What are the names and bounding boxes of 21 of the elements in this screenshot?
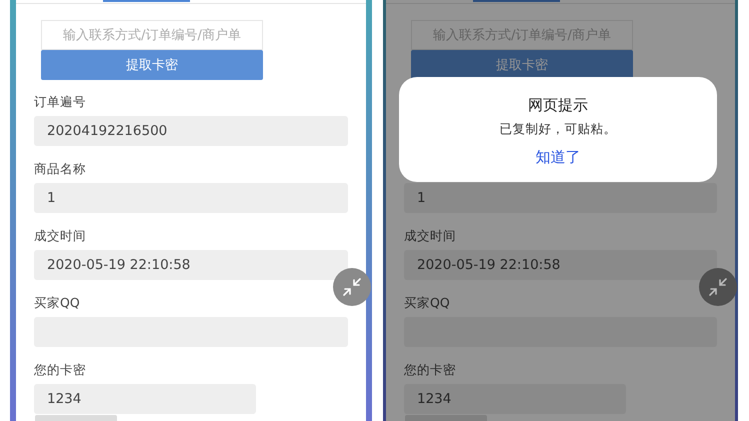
field-label: 成交时间 bbox=[34, 228, 86, 243]
extract-button[interactable]: 提取卡密 bbox=[41, 50, 263, 80]
readonly-field[interactable]: 1 bbox=[404, 183, 717, 213]
field-label: 买家QQ bbox=[404, 295, 450, 310]
ok-button[interactable]: 知道了 bbox=[536, 148, 580, 167]
dialog-message: 已复制好，可贴粘。 bbox=[500, 121, 616, 138]
field-label: 买家QQ bbox=[34, 295, 80, 310]
field-label: 您的卡密 bbox=[34, 362, 86, 377]
field-label: 您的卡密 bbox=[404, 362, 456, 377]
readonly-field[interactable]: 2020-05-19 22:10:58 bbox=[34, 250, 348, 280]
readonly-field[interactable]: 1234 bbox=[34, 384, 256, 414]
field-label: 成交时间 bbox=[404, 228, 456, 243]
readonly-field[interactable]: 1 bbox=[34, 183, 348, 213]
extract-button[interactable]: 提取卡密 bbox=[411, 50, 633, 80]
field-label: 订单遍号 bbox=[34, 94, 86, 109]
readonly-field[interactable]: 2020-05-19 22:10:58 bbox=[404, 250, 717, 280]
field-label: 商品名称 bbox=[34, 161, 86, 176]
dialog-title: 网页提示 bbox=[528, 96, 588, 115]
search-field[interactable]: 输入联系方式/订单编号/商户单 bbox=[41, 20, 263, 50]
readonly-field[interactable]: 20204192216500 bbox=[34, 116, 348, 146]
readonly-field[interactable]: 1234 bbox=[404, 384, 626, 414]
